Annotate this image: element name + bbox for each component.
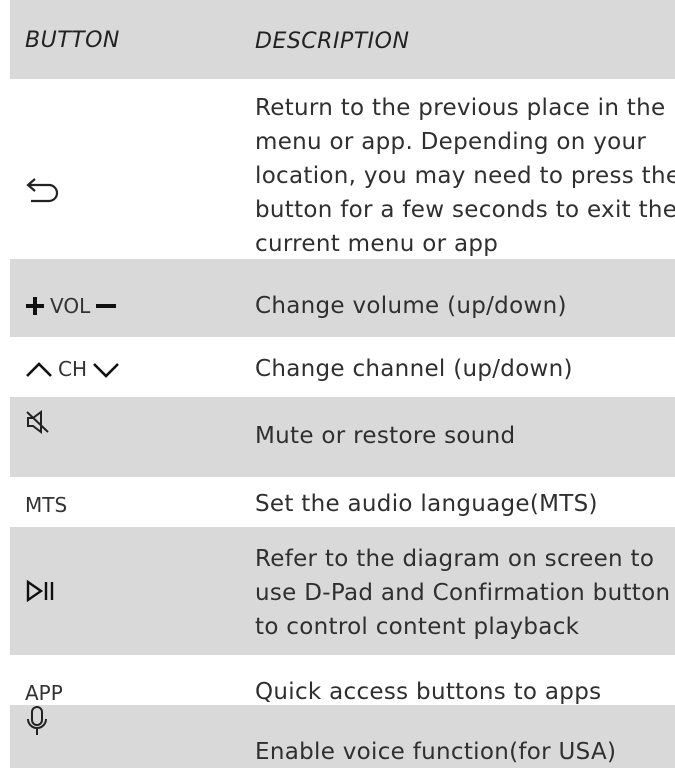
mts-button-label: MTS bbox=[25, 493, 68, 517]
row-description: Enable voice function(for USA) bbox=[255, 739, 617, 765]
description-line: button for a few seconds to exit the bbox=[255, 197, 675, 223]
table-header: BUTTON DESCRIPTION bbox=[10, 0, 675, 79]
table-row: CH Change channel (up/down) bbox=[10, 337, 675, 397]
table-row: Mute or restore sound bbox=[10, 397, 675, 477]
table-row: VOL Change volume (up/down) bbox=[10, 259, 675, 337]
description-line: location, you may need to press the bbox=[255, 163, 675, 189]
vol-button: VOL bbox=[25, 294, 117, 318]
header-button: BUTTON bbox=[25, 28, 120, 53]
table-row: Return to the previous place in the menu… bbox=[10, 79, 675, 259]
row-description: Refer to the diagram on screen to use D-… bbox=[255, 542, 670, 644]
minus-icon bbox=[96, 304, 117, 308]
description-line: current menu or app bbox=[255, 231, 499, 257]
chevron-up-icon bbox=[26, 362, 52, 377]
description-line: use D-Pad and Confirmation button bbox=[255, 580, 671, 606]
ch-button: CH bbox=[25, 357, 120, 381]
table-row: Refer to the diagram on screen to use D-… bbox=[10, 527, 675, 655]
app-button-label: APP bbox=[25, 681, 63, 705]
row-description: Mute or restore sound bbox=[255, 423, 516, 449]
microphone-icon bbox=[25, 705, 49, 737]
vol-label: VOL bbox=[50, 294, 91, 318]
table-row: APP Quick access buttons to apps bbox=[10, 655, 675, 705]
button-description-table: BUTTON DESCRIPTION Return to the previou… bbox=[0, 0, 675, 768]
description-line: menu or app. Depending on your bbox=[255, 129, 647, 155]
back-arrow-icon bbox=[25, 177, 59, 203]
description-line: Return to the previous place in the bbox=[255, 95, 666, 121]
ch-label: CH bbox=[58, 357, 88, 381]
table-row: Enable voice function(for USA) bbox=[10, 705, 675, 768]
table-row: MTS Set the audio language(MTS) bbox=[10, 477, 675, 527]
mute-icon bbox=[25, 409, 51, 435]
row-description: Quick access buttons to apps bbox=[255, 679, 602, 705]
play-pause-icon bbox=[25, 579, 57, 603]
plus-icon bbox=[26, 297, 44, 315]
description-line: Refer to the diagram on screen to bbox=[255, 546, 655, 572]
description-line: to control content playback bbox=[255, 614, 580, 640]
row-description: Return to the previous place in the menu… bbox=[255, 91, 675, 261]
chevron-down-icon bbox=[93, 363, 119, 378]
header-description: DESCRIPTION bbox=[255, 29, 410, 54]
row-description: Set the audio language(MTS) bbox=[255, 491, 598, 517]
row-description: Change channel (up/down) bbox=[255, 356, 573, 382]
row-description: Change volume (up/down) bbox=[255, 293, 567, 319]
